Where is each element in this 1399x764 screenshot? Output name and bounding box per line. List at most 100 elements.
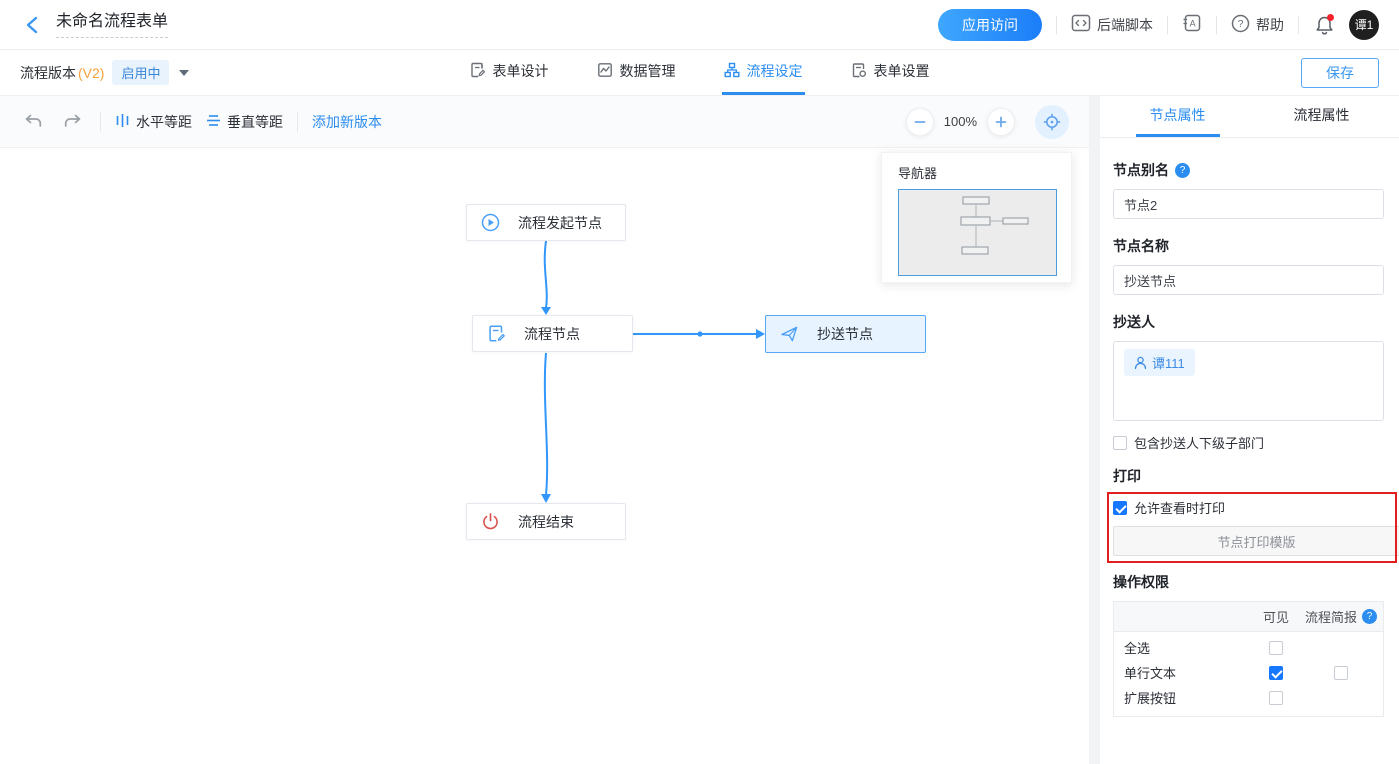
include-sub-checkbox-row[interactable]: 包含抄送人下级子部门 (1113, 433, 1384, 452)
allow-print-checkbox-row[interactable]: 允许查看时打印 (1113, 498, 1384, 517)
form-settings-icon (851, 62, 867, 81)
data-chart-icon (597, 62, 613, 81)
status-badge: 启用中 (112, 60, 169, 85)
zoom-controls: 100% (906, 105, 1069, 139)
horizontal-spacing-button[interactable]: 水平等距 (115, 112, 192, 132)
avatar[interactable]: 谭1 (1349, 10, 1379, 40)
divider (1167, 16, 1168, 34)
navigator-panel: 导航器 (881, 152, 1072, 283)
app-access-button[interactable]: 应用访问 (938, 9, 1042, 41)
table-row-single-line-text: 单行文本 (1114, 660, 1383, 685)
table-row-select-all: 全选 (1114, 635, 1383, 660)
include-sub-checkbox[interactable] (1113, 436, 1127, 450)
visible-checkbox[interactable] (1269, 691, 1283, 705)
node-alias-label: 节点别名 ? (1113, 160, 1384, 180)
node-name-label: 节点名称 (1113, 236, 1384, 256)
help-button[interactable]: ? 帮助 (1231, 14, 1284, 36)
visible-checkbox[interactable] (1269, 641, 1283, 655)
node-flow-process[interactable]: 流程节点 (472, 315, 633, 352)
save-button[interactable]: 保存 (1301, 58, 1379, 88)
backend-script-label: 后端脚本 (1097, 15, 1153, 35)
cc-person-label: 抄送人 (1113, 312, 1384, 332)
version-info: 流程版本(V2) 启用中 (20, 50, 300, 95)
print-group: 允许查看时打印 节点打印模版 (1113, 498, 1384, 556)
print-template-button[interactable]: 节点打印模版 (1113, 526, 1399, 556)
vertical-spacing-icon (206, 113, 221, 131)
org-chart-icon (724, 62, 740, 81)
person-tag[interactable]: 谭111 (1124, 349, 1195, 376)
notification-dot (1327, 14, 1334, 21)
node-flow-start[interactable]: 流程发起节点 (466, 204, 626, 241)
help-badge-icon[interactable]: ? (1362, 609, 1377, 624)
permissions-section-label: 操作权限 (1113, 572, 1384, 592)
tab-node-properties[interactable]: 节点属性 (1136, 96, 1220, 137)
address-book-icon: A (1182, 13, 1202, 36)
chevron-down-icon[interactable] (179, 70, 189, 76)
page-title: 未命名流程表单 (56, 11, 168, 38)
tab-flow-properties[interactable]: 流程属性 (1280, 96, 1364, 137)
code-icon (1071, 14, 1091, 35)
cc-person-box[interactable]: 谭111 (1113, 341, 1384, 421)
tab-flow-settings[interactable]: 流程设定 (722, 50, 805, 95)
tab-form-settings[interactable]: 表单设置 (849, 50, 932, 95)
divider (1298, 16, 1299, 34)
tab-label: 表单设计 (493, 61, 549, 81)
top-header: 未命名流程表单 应用访问 后端脚本 A ? 帮助 (0, 0, 1399, 50)
back-icon[interactable] (20, 13, 44, 37)
node-name-input[interactable] (1113, 265, 1384, 295)
column-visible: 可见 (1253, 607, 1299, 626)
help-badge-icon[interactable]: ? (1175, 163, 1190, 178)
node-flow-end[interactable]: 流程结束 (466, 503, 626, 540)
node-label: 抄送节点 (817, 324, 873, 344)
tab-form-design[interactable]: 表单设计 (468, 50, 551, 95)
flow-canvas[interactable]: 水平等距 垂直等距 添加新版本 100% (0, 96, 1089, 764)
main-tabs: 表单设计 数据管理 流程设定 表单设置 (468, 50, 932, 95)
version-label: 流程版本 (20, 63, 76, 83)
node-label: 流程节点 (524, 324, 580, 344)
node-label: 流程结束 (518, 512, 574, 532)
vertical-spacing-button[interactable]: 垂直等距 (206, 112, 283, 132)
play-icon (481, 213, 500, 232)
notification-bell-icon[interactable] (1313, 14, 1335, 36)
svg-text:A: A (1190, 19, 1196, 29)
node-cc-selected[interactable]: 抄送节点 (765, 315, 926, 353)
navigator-title: 导航器 (898, 163, 1055, 182)
undo-icon[interactable] (20, 109, 46, 135)
permissions-table: 可见 流程简报 ? 全选 单行文本 (1113, 601, 1384, 717)
node-alias-input[interactable] (1113, 189, 1384, 219)
node-label: 流程发起节点 (518, 213, 602, 233)
version-bar: 流程版本(V2) 启用中 表单设计 数据管理 流程设定 (0, 50, 1399, 96)
visible-checkbox[interactable] (1269, 666, 1283, 680)
paper-plane-icon (780, 325, 799, 344)
horizontal-spacing-icon (115, 113, 130, 131)
zoom-out-button[interactable] (906, 108, 934, 136)
contacts-button[interactable]: A (1182, 13, 1202, 36)
include-sub-label: 包含抄送人下级子部门 (1134, 433, 1264, 452)
question-circle-icon: ? (1231, 14, 1250, 36)
version-tag: (V2) (78, 65, 104, 81)
zoom-in-button[interactable] (987, 108, 1015, 136)
panel-tabs: 节点属性 流程属性 (1100, 96, 1399, 138)
panel-body: 节点别名 ? 节点名称 抄送人 谭111 (1100, 138, 1399, 717)
zoom-level: 100% (944, 114, 977, 129)
horizontal-spacing-label: 水平等距 (136, 112, 192, 132)
permissions-header: 可见 流程简报 ? (1114, 602, 1383, 632)
version-bar-right: 保存 (1099, 50, 1379, 95)
panel-scrollbar[interactable] (1089, 96, 1100, 764)
redo-icon[interactable] (60, 109, 86, 135)
help-label: 帮助 (1256, 15, 1284, 35)
tab-data-management[interactable]: 数据管理 (595, 50, 678, 95)
table-row-expand-button: 扩展按钮 (1114, 685, 1383, 710)
app-window: 未命名流程表单 应用访问 后端脚本 A ? 帮助 (0, 0, 1399, 764)
edit-doc-icon (487, 324, 506, 343)
brief-checkbox[interactable] (1334, 666, 1348, 680)
column-brief: 流程简报 ? (1299, 607, 1383, 626)
allow-print-checkbox[interactable] (1113, 501, 1127, 515)
navigator-minimap[interactable] (898, 189, 1057, 276)
canvas-toolbar: 水平等距 垂直等距 添加新版本 100% (0, 96, 1089, 148)
locate-icon[interactable] (1035, 105, 1069, 139)
backend-script-button[interactable]: 后端脚本 (1071, 14, 1153, 35)
divider (1056, 16, 1057, 34)
add-version-link[interactable]: 添加新版本 (312, 112, 382, 132)
vertical-spacing-label: 垂直等距 (227, 112, 283, 132)
